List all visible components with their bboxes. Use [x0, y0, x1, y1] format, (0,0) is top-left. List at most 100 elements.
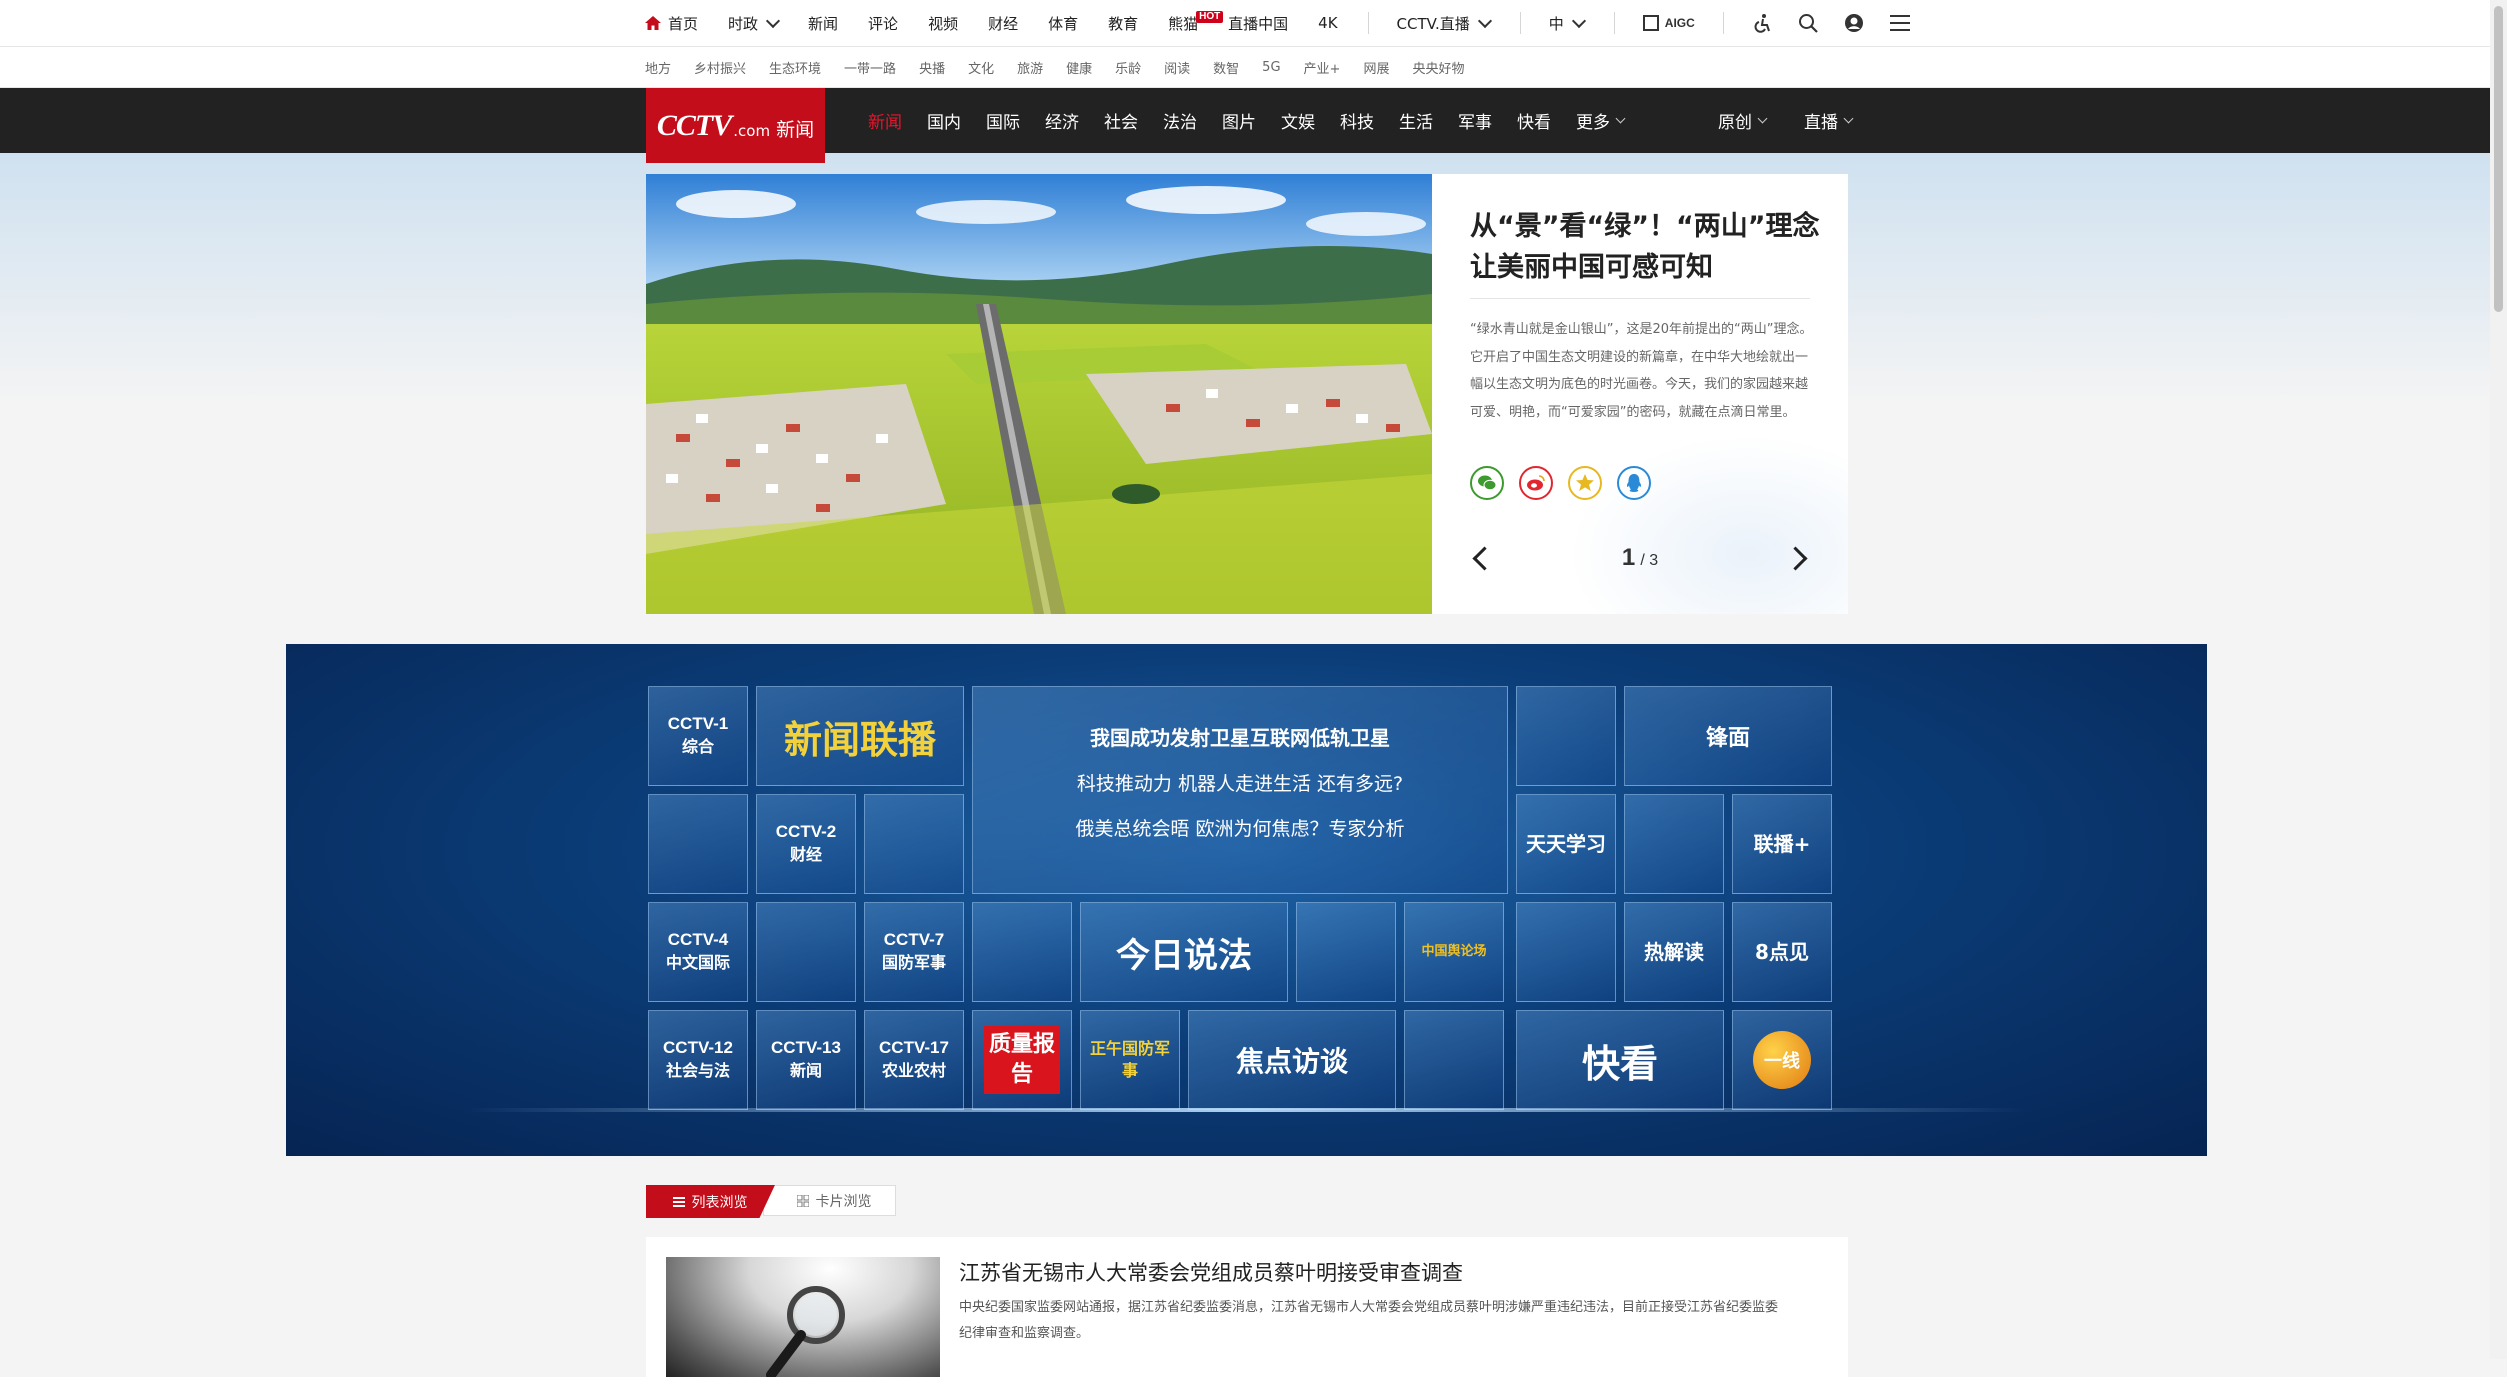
top-nav-caijing[interactable]: 财经 — [988, 13, 1018, 34]
program-junshi[interactable]: 正午国防军事 — [1080, 1010, 1180, 1110]
sub-nav-item[interactable]: 央播 — [919, 58, 945, 77]
program-zhiliang-baogao[interactable]: 质量报告 — [972, 1010, 1072, 1110]
program-logo-text: 新闻联播 — [783, 716, 936, 762]
main-nav-item[interactable]: 生活 — [1399, 108, 1433, 133]
channel-cctv12[interactable]: CCTV-12 社会与法 — [648, 1010, 748, 1110]
program-logo-text: 正午国防军事 — [1090, 1039, 1171, 1080]
share-weibo-button[interactable] — [1519, 466, 1553, 500]
sub-nav-item[interactable]: 健康 — [1066, 58, 1092, 77]
channel-cctv2[interactable]: CCTV-2 财经 — [756, 794, 856, 894]
aigc-icon — [1642, 15, 1659, 31]
main-nav-item[interactable]: 法治 — [1163, 108, 1197, 133]
channel-cctv17[interactable]: CCTV-17 农业农村 — [864, 1010, 964, 1110]
top-nav-xiongmao[interactable]: 熊猫 HOT — [1168, 10, 1224, 34]
hero-image[interactable] — [646, 174, 1432, 614]
channel-cctv4[interactable]: CCTV-4 中文国际 — [648, 902, 748, 1002]
pager-indicator: 1 / 3 — [1470, 544, 1810, 572]
program-yixian[interactable]: 一线 — [1732, 1010, 1832, 1110]
top-nav-jiaoyu[interactable]: 教育 — [1108, 13, 1138, 34]
news-title[interactable]: 江苏省无锡市人大常委会党组成员蔡叶明接受审查调查 — [959, 1257, 1463, 1287]
main-nav: 新闻 国内 国际 经济 社会 法治 图片 文娱 科技 生活 军事 快看 更多 — [868, 88, 1649, 153]
main-nav-item[interactable]: 文娱 — [1281, 108, 1315, 133]
main-nav-item[interactable]: 快看 — [1517, 108, 1551, 133]
sub-nav-item[interactable]: 文化 — [968, 58, 994, 77]
share-qzone-button[interactable] — [1568, 466, 1602, 500]
main-nav-more[interactable]: 更多 — [1576, 108, 1626, 133]
top-nav-xinwen[interactable]: 新闻 — [808, 13, 838, 34]
decorative-glow-line — [466, 1108, 2026, 1112]
grid-icon — [797, 1194, 810, 1207]
top-nav-4k[interactable]: 4K — [1318, 14, 1337, 32]
channel-cctv7[interactable]: CCTV-7 国防军事 — [864, 902, 964, 1002]
main-nav-item[interactable]: 军事 — [1458, 108, 1492, 133]
search-button[interactable] — [1798, 13, 1818, 33]
page-scrollbar[interactable] — [2490, 0, 2507, 1359]
top-nav-zhibo-zhongguo[interactable]: 直播中国 — [1228, 13, 1288, 34]
sub-nav-item[interactable]: 数智 — [1213, 58, 1239, 77]
program-rejiedu[interactable]: 热解读 — [1624, 902, 1724, 1002]
tab-list-label: 列表浏览 — [691, 1194, 748, 1211]
divider — [1470, 298, 1810, 299]
sub-nav-item[interactable]: 阅读 — [1164, 58, 1190, 77]
top-nav-home[interactable]: 首页 — [645, 13, 698, 34]
top-nav-label: 时政 — [728, 14, 759, 33]
program-name: 锋面 — [1705, 726, 1750, 751]
main-nav-item[interactable]: 图片 — [1222, 108, 1256, 133]
aigc-link[interactable]: AIGC — [1642, 15, 1695, 31]
main-nav-item[interactable]: 国内 — [927, 108, 961, 133]
logo-brand: CCTV — [656, 108, 732, 142]
news-thumbnail[interactable] — [666, 1257, 940, 1377]
language-label: 中 — [1548, 14, 1564, 33]
top-nav-tiyu[interactable]: 体育 — [1048, 13, 1078, 34]
top-nav-shipin[interactable]: 视频 — [928, 13, 958, 34]
sub-nav-item[interactable]: 地方 — [645, 58, 671, 77]
language-dropdown[interactable]: 中 — [1548, 13, 1586, 34]
program-xinwen-lianbo[interactable]: 新闻联播 — [756, 686, 964, 786]
top-nav-shizheng[interactable]: 时政 — [728, 13, 781, 34]
sub-nav-item[interactable]: 央央好物 — [1412, 58, 1464, 77]
sub-nav-item[interactable]: 生态环境 — [769, 58, 821, 77]
sub-nav-item[interactable]: 乡村振兴 — [694, 58, 746, 77]
main-nav-item[interactable]: 科技 — [1340, 108, 1374, 133]
main-nav-live[interactable]: 直播 — [1804, 108, 1854, 133]
sub-nav-item[interactable]: 网展 — [1363, 58, 1389, 77]
featured-headline[interactable]: 科技推动力 机器人走进生活 还有多远? — [1077, 769, 1403, 796]
program-kuaikan[interactable]: 快看 — [1516, 1010, 1724, 1110]
featured-headline[interactable]: 我国成功发射卫星互联网低轨卫星 — [1090, 722, 1390, 751]
hero-headline[interactable]: 从“景”看“绿”！“两山”理念让美丽中国可感可知 — [1470, 206, 1820, 288]
main-nav-item[interactable]: 经济 — [1045, 108, 1079, 133]
hot-badge: HOT — [1196, 10, 1224, 23]
tab-list-view[interactable]: 列表浏览 — [646, 1185, 775, 1218]
program-fengmian[interactable]: 锋面 — [1624, 686, 1832, 786]
accessibility-button[interactable] — [1752, 13, 1772, 33]
main-nav-item[interactable]: 国际 — [986, 108, 1020, 133]
hero-pager: 1 / 3 — [1470, 544, 1810, 578]
sub-nav-item[interactable]: 5G — [1262, 60, 1280, 75]
sub-nav-item[interactable]: 一带一路 — [844, 58, 896, 77]
featured-headline[interactable]: 俄美总统会晤 欧洲为何焦虑？专家分析 — [1075, 814, 1404, 841]
cctv-news-logo[interactable]: CCTV .com 新闻 — [646, 88, 825, 163]
channel-cctv1[interactable]: CCTV-1 综合 — [648, 686, 748, 786]
channel-cctv13[interactable]: CCTV-13 新闻 — [756, 1010, 856, 1110]
scrollbar-thumb[interactable] — [2494, 6, 2503, 312]
tab-card-view[interactable]: 卡片浏览 — [762, 1185, 896, 1216]
program-badian-jian[interactable]: 8点见 — [1732, 902, 1832, 1002]
top-nav-pinglun[interactable]: 评论 — [868, 13, 898, 34]
program-jiaodian-fangtan[interactable]: 焦点访谈 — [1188, 1010, 1396, 1110]
program-yulunchang[interactable]: 中国舆论场 — [1404, 902, 1504, 1002]
hero-landscape-image — [646, 174, 1432, 614]
share-wechat-button[interactable] — [1470, 466, 1504, 500]
share-qq-button[interactable] — [1617, 466, 1651, 500]
main-nav-item[interactable]: 社会 — [1104, 108, 1138, 133]
program-lianbo-plus[interactable]: 联播+ — [1732, 794, 1832, 894]
program-jinri-shuofa[interactable]: 今日说法 — [1080, 902, 1288, 1002]
sub-nav-item[interactable]: 旅游 — [1017, 58, 1043, 77]
program-tiantian-xuexi[interactable]: 天天学习 — [1516, 794, 1616, 894]
menu-button[interactable] — [1889, 14, 1910, 32]
sub-nav-item[interactable]: 乐龄 — [1115, 58, 1141, 77]
cctv-live-dropdown[interactable]: CCTV.直播 — [1397, 13, 1492, 34]
main-nav-original[interactable]: 原创 — [1718, 108, 1768, 133]
main-nav-item-active[interactable]: 新闻 — [868, 108, 902, 133]
user-button[interactable] — [1844, 13, 1864, 33]
sub-nav-item[interactable]: 产业+ — [1304, 58, 1341, 77]
